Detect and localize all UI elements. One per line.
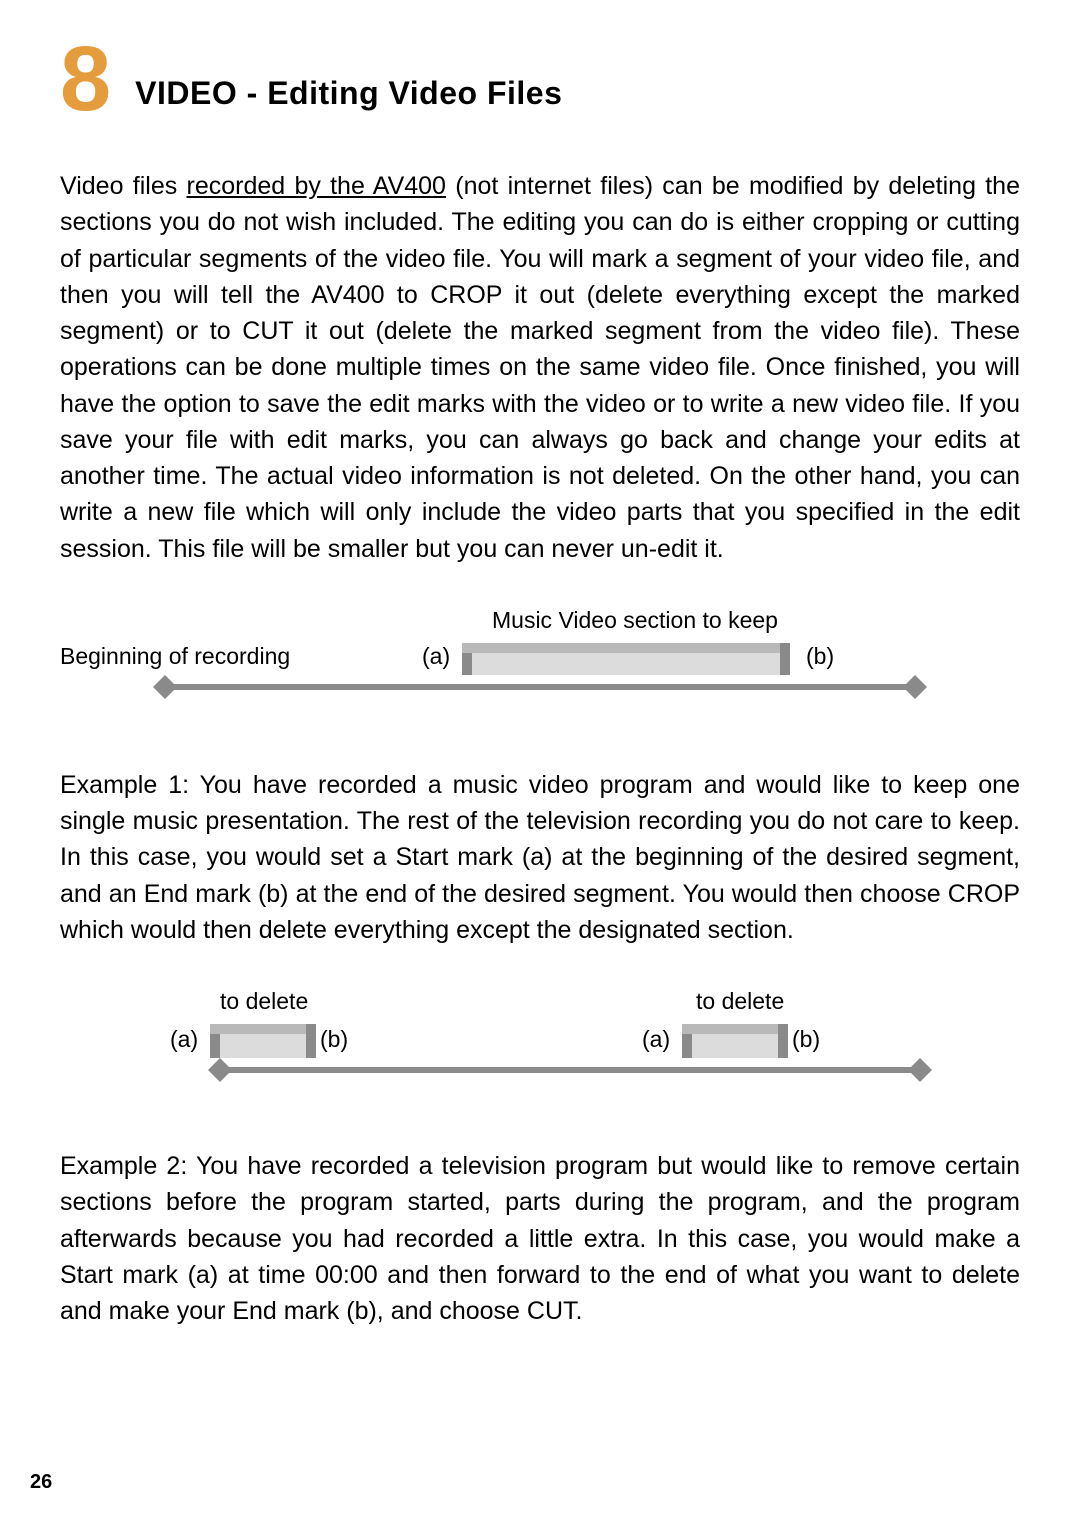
- diag2-svg: [120, 988, 980, 1098]
- diagram-cut: to delete to delete (a) (b) (a) (b): [120, 988, 980, 1098]
- paragraph-intro: Video files recorded by the AV400 (not i…: [60, 168, 1020, 567]
- diag1-svg: [60, 607, 1020, 717]
- para1-underline: recorded by the AV400: [187, 172, 446, 200]
- para1-after: (not internet files) can be modified by …: [60, 172, 1020, 563]
- para1-before: Video files: [60, 172, 187, 200]
- paragraph-example1: Example 1: You have recorded a music vid…: [60, 767, 1020, 948]
- chapter-header: 8 VIDEO - Editing Video Files: [60, 40, 1020, 118]
- chapter-title: VIDEO - Editing Video Files: [135, 75, 562, 118]
- paragraph-example2: Example 2: You have recorded a televisio…: [60, 1148, 1020, 1329]
- page-number: 26: [30, 1471, 52, 1494]
- diagram-crop: Music Video section to keep Beginning of…: [60, 607, 1020, 717]
- chapter-number: 8: [60, 40, 107, 118]
